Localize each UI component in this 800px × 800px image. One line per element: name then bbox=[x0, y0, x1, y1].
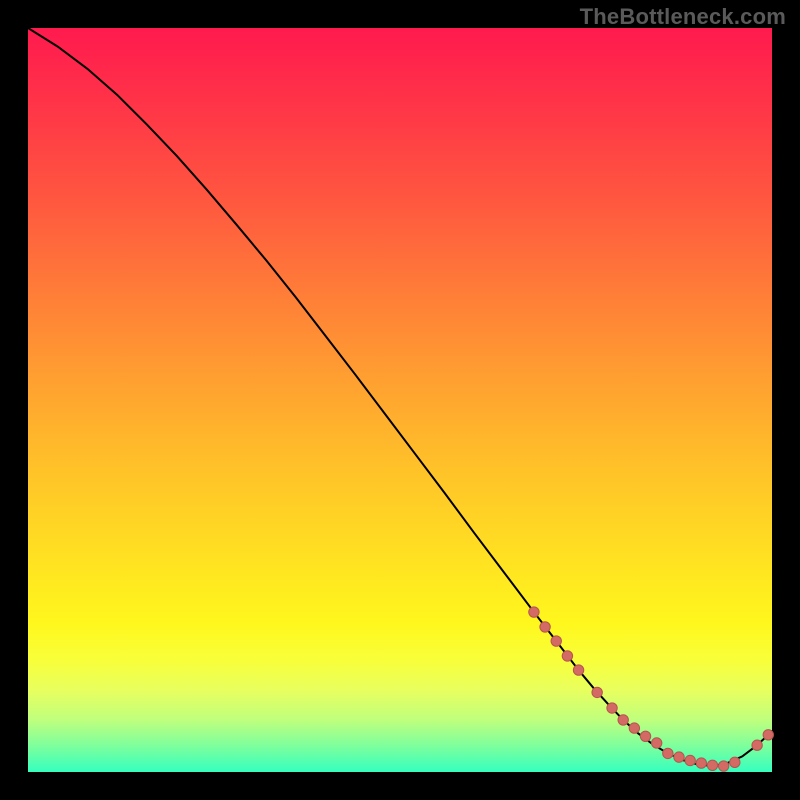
data-marker bbox=[752, 740, 762, 750]
data-marker bbox=[674, 752, 684, 762]
data-marker bbox=[592, 687, 602, 697]
data-marker bbox=[685, 755, 695, 765]
data-marker bbox=[763, 730, 773, 740]
data-marker bbox=[607, 703, 617, 713]
data-marker bbox=[573, 665, 583, 675]
curve-layer bbox=[28, 28, 772, 772]
data-marker bbox=[562, 651, 572, 661]
data-marker bbox=[730, 757, 740, 767]
data-marker bbox=[663, 748, 673, 758]
data-marker bbox=[629, 723, 639, 733]
data-marker bbox=[707, 760, 717, 770]
data-marker bbox=[540, 622, 550, 632]
chart-frame: TheBottleneck.com bbox=[0, 0, 800, 800]
data-marker bbox=[529, 607, 539, 617]
data-marker bbox=[551, 636, 561, 646]
data-marker bbox=[640, 731, 650, 741]
data-marker bbox=[651, 738, 661, 748]
data-marker bbox=[696, 758, 706, 768]
watermark-text: TheBottleneck.com bbox=[580, 4, 786, 30]
data-marker bbox=[718, 761, 728, 771]
marker-group bbox=[529, 607, 774, 771]
bottleneck-curve bbox=[28, 28, 772, 766]
data-marker bbox=[618, 715, 628, 725]
plot-area bbox=[28, 28, 772, 772]
